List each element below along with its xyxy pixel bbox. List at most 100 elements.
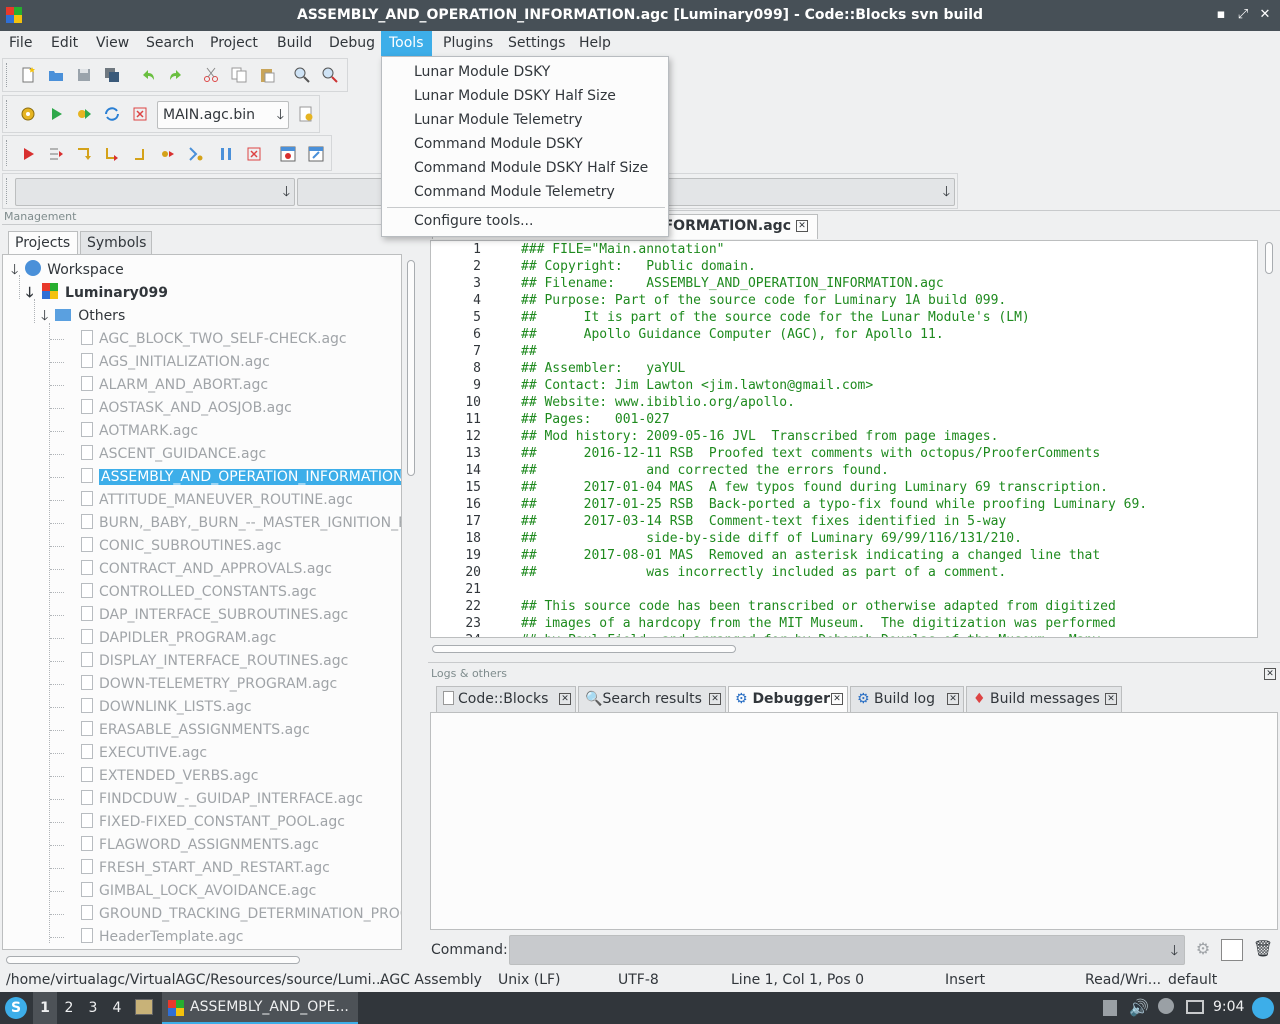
tree-file-item[interactable]: HeaderTemplate.agc [50, 926, 243, 949]
maximize-button[interactable]: ⤢ [1234, 6, 1252, 24]
toolbar-grip[interactable] [6, 140, 9, 166]
redo-icon[interactable] [165, 64, 187, 86]
copy-icon[interactable] [228, 64, 250, 86]
close-tab-icon[interactable]: ✕ [947, 693, 959, 705]
debugger-log-output[interactable] [430, 712, 1278, 930]
tab-debugger[interactable]: ⚙ Debugger ✕ [728, 686, 848, 712]
tree-project[interactable]: 🡓 Luminary099 [26, 282, 168, 305]
toolbar-grip[interactable] [6, 63, 9, 87]
network-icon[interactable] [1186, 1000, 1204, 1014]
tab-build-log[interactable]: ⚙ Build log ✕ [850, 686, 964, 712]
menu-item-lm-telemetry[interactable]: Lunar Module Telemetry [382, 108, 668, 132]
menu-debug[interactable]: Debug [321, 31, 383, 56]
run-to-cursor-icon[interactable] [45, 143, 67, 165]
run-icon[interactable] [45, 103, 67, 125]
close-tab-icon[interactable]: ✕ [709, 693, 721, 705]
debug-info-icon[interactable] [305, 143, 327, 165]
tree-file-item[interactable]: ATTITUDE_MANEUVER_ROUTINE.agc [50, 489, 353, 512]
menu-plugins[interactable]: Plugins [435, 31, 501, 56]
taskbar-app-codeblocks[interactable]: ASSEMBLY_AND_OPE... [162, 992, 358, 1024]
next-line-icon[interactable] [73, 143, 95, 165]
stop-debug-icon[interactable] [243, 143, 265, 165]
tree-file-item[interactable]: GROUND_TRACKING_DETERMINATION_PROGRAM.ag… [50, 903, 401, 926]
tree-file-item[interactable]: ASCENT_GUIDANCE.agc [50, 443, 266, 466]
expand-arrow-icon[interactable]: 🡓 [11, 262, 18, 278]
tree-file-item[interactable]: AGC_BLOCK_TWO_SELF-CHECK.agc [50, 328, 347, 351]
volume-icon[interactable]: 🔊 [1129, 998, 1149, 1017]
tree-file-item[interactable]: CONTRACT_AND_APPROVALS.agc [50, 558, 332, 581]
tree-file-item[interactable]: AOTMARK.agc [50, 420, 198, 443]
tab-symbols[interactable]: Symbols [80, 231, 152, 255]
tree-workspace[interactable]: 🡓 Workspace [11, 259, 124, 282]
command-input[interactable]: 🡓 [509, 935, 1185, 965]
paste-icon[interactable] [256, 64, 278, 86]
expand-arrow-icon[interactable]: 🡓 [26, 285, 33, 301]
tree-file-item[interactable]: AGS_INITIALIZATION.agc [50, 351, 270, 374]
tree-file-item[interactable]: DISPLAY_INTERFACE_ROUTINES.agc [50, 650, 348, 673]
menu-item-lm-dsky[interactable]: Lunar Module DSKY [382, 60, 668, 84]
open-icon[interactable] [45, 64, 67, 86]
menu-item-configure-tools[interactable]: Configure tools... [382, 209, 668, 233]
step-instruction-icon[interactable] [185, 143, 207, 165]
tree-file-item[interactable]: ERASABLE_ASSIGNMENTS.agc [50, 719, 310, 742]
notification-icon[interactable] [1158, 998, 1174, 1014]
code-editor[interactable]: 1 ### FILE="Main.annotation" 2 ## Copyright… [430, 240, 1258, 638]
pause-icon[interactable] [215, 143, 237, 165]
menu-item-lm-dsky-half[interactable]: Lunar Module DSKY Half Size [382, 84, 668, 108]
save-all-icon[interactable] [101, 64, 123, 86]
menu-project[interactable]: Project [202, 31, 266, 56]
project-tree[interactable]: 🡓 Workspace 🡓 Luminary099 🡓 Others AGC_B… [2, 254, 402, 950]
desktop-2[interactable]: 2 [57, 992, 81, 1024]
expand-arrow-icon[interactable]: 🡓 [41, 308, 48, 324]
menu-item-cm-dsky-half[interactable]: Command Module DSKY Half Size [382, 156, 668, 180]
build-gear-icon[interactable] [17, 103, 39, 125]
tree-file-item[interactable]: EXECUTIVE.agc [50, 742, 207, 765]
close-panel-icon[interactable]: ✕ [1264, 668, 1276, 680]
scope-select[interactable]: 🡓 [15, 178, 295, 206]
minimize-button[interactable]: ▪ [1212, 6, 1230, 24]
undo-icon[interactable] [137, 64, 159, 86]
new-file-icon[interactable] [17, 64, 39, 86]
settings-gear-icon[interactable]: ⚙ [1192, 939, 1214, 961]
tree-file-item[interactable]: ALARM_AND_ABORT.agc [50, 374, 268, 397]
tree-file-item[interactable]: FRESH_START_AND_RESTART.agc [50, 857, 330, 880]
menu-help[interactable]: Help [571, 31, 619, 56]
rebuild-icon[interactable] [101, 103, 123, 125]
build-target-select[interactable]: MAIN.agc.bin 🡓 [157, 101, 289, 129]
replace-icon[interactable] [319, 64, 341, 86]
toolbar-grip[interactable] [6, 100, 9, 128]
tree-file-item[interactable]: DOWN-TELEMETRY_PROGRAM.agc [50, 673, 337, 696]
copy-log-icon[interactable] [1221, 939, 1243, 961]
tree-vscrollbar[interactable] [405, 258, 417, 948]
scrollbar-thumb[interactable] [1265, 242, 1273, 274]
tab-codeblocks-log[interactable]: Code::Blocks ✕ [436, 686, 576, 712]
menu-settings[interactable]: Settings [500, 31, 573, 56]
close-button[interactable]: ✕ [1256, 6, 1274, 24]
next-instruction-icon[interactable] [157, 143, 179, 165]
show-desktop-icon[interactable] [1252, 997, 1274, 1019]
step-out-icon[interactable] [129, 143, 151, 165]
tree-hscrollbar[interactable] [4, 954, 402, 966]
menu-item-cm-telemetry[interactable]: Command Module Telemetry [382, 180, 668, 204]
clear-log-icon[interactable]: 🗑 [1252, 939, 1274, 961]
tab-projects[interactable]: Projects [8, 231, 78, 255]
close-tab-icon[interactable]: ✕ [796, 220, 808, 232]
find-icon[interactable] [291, 64, 313, 86]
tree-file-item[interactable]: FINDCDUW_-_GUIDAP_INTERFACE.agc [50, 788, 363, 811]
tab-search-results[interactable]: 🔍Search results ✕ [578, 686, 726, 712]
tree-folder-others[interactable]: 🡓 Others [41, 305, 125, 328]
cut-icon[interactable] [200, 64, 222, 86]
scrollbar-thumb[interactable] [407, 260, 415, 476]
save-icon[interactable] [73, 64, 95, 86]
menu-search[interactable]: Search [138, 31, 202, 56]
scrollbar-thumb[interactable] [432, 645, 736, 653]
build-and-run-icon[interactable] [73, 103, 95, 125]
desktop-1[interactable]: 1 [33, 992, 57, 1024]
editor-hscrollbar[interactable] [430, 643, 1258, 655]
clipboard-icon[interactable] [1103, 1000, 1117, 1016]
tree-file-item[interactable]: GIMBAL_LOCK_AVOIDANCE.agc [50, 880, 316, 903]
start-menu-icon[interactable]: S [5, 997, 27, 1019]
tree-file-item[interactable]: DOWNLINK_LISTS.agc [50, 696, 252, 719]
menu-build[interactable]: Build [269, 31, 320, 56]
tree-file-item[interactable]: DAP_INTERFACE_SUBROUTINES.agc [50, 604, 348, 627]
